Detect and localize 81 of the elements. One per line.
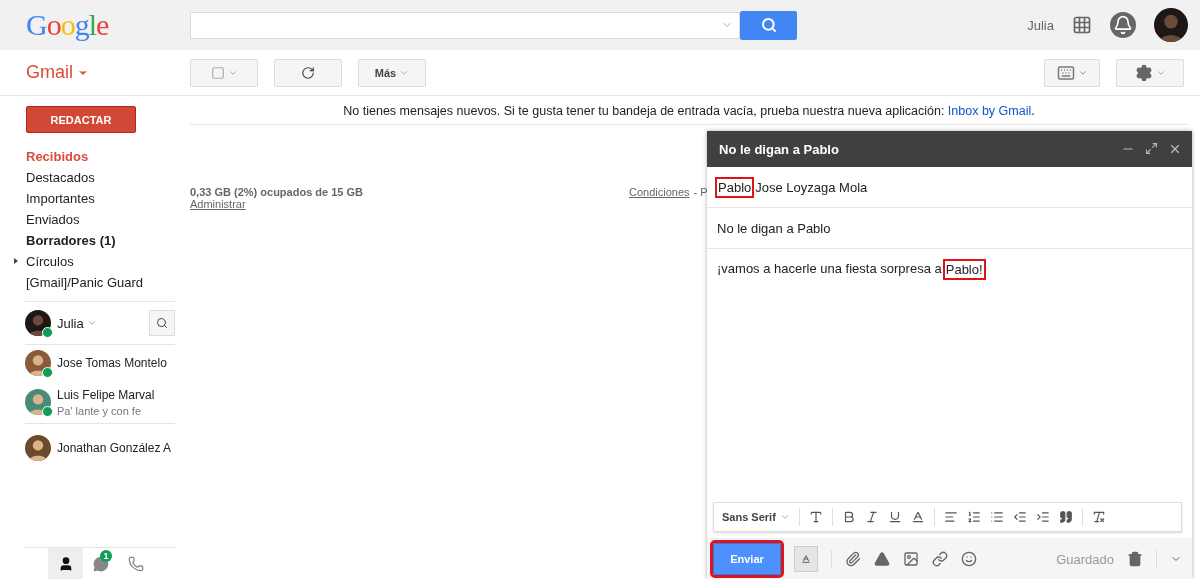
online-dot bbox=[42, 327, 53, 338]
caret-icon bbox=[779, 512, 790, 522]
underline-icon[interactable] bbox=[887, 510, 902, 524]
saved-status: Guardado bbox=[1056, 551, 1114, 567]
indent-less-icon[interactable] bbox=[1012, 510, 1027, 524]
online-dot bbox=[42, 406, 53, 417]
chat-contact[interactable]: Jonathan González A bbox=[25, 430, 175, 466]
avatar bbox=[25, 389, 51, 415]
manage-link[interactable]: Administrar bbox=[190, 198, 246, 210]
avatar bbox=[25, 350, 51, 376]
user-name[interactable]: Julia bbox=[1027, 17, 1054, 33]
select-checkbox-button[interactable] bbox=[190, 58, 258, 87]
folder-item[interactable]: Borradores (1) bbox=[0, 230, 175, 251]
bulleted-list-icon[interactable] bbox=[989, 510, 1004, 524]
trash-icon[interactable] bbox=[1127, 551, 1143, 567]
text-color-icon[interactable] bbox=[910, 510, 925, 524]
text-format-icon bbox=[801, 552, 811, 566]
chat-search-button[interactable] bbox=[149, 310, 175, 336]
avatar bbox=[25, 435, 51, 461]
apps-grid-icon[interactable] bbox=[1072, 15, 1092, 35]
search-icon bbox=[156, 316, 168, 330]
unread-count: 1 bbox=[100, 550, 112, 562]
italic-icon[interactable] bbox=[864, 510, 879, 524]
message-text: Pablo! bbox=[944, 261, 984, 278]
folder-item[interactable]: Círculos bbox=[0, 251, 175, 272]
settings-button[interactable] bbox=[1116, 58, 1184, 87]
contact-status: Pa' lante y con fe bbox=[57, 404, 143, 417]
recipient-name: Pablo bbox=[717, 178, 753, 196]
remove-formatting-icon[interactable] bbox=[1091, 510, 1106, 524]
footer-text: - P bbox=[693, 186, 708, 200]
contact-name: Jose Tomas Montelo bbox=[57, 356, 167, 370]
caret-icon bbox=[86, 318, 97, 328]
chat-contact[interactable]: Jose Tomas Montelo bbox=[25, 345, 175, 381]
avatar bbox=[25, 310, 51, 336]
close-icon[interactable] bbox=[1168, 142, 1182, 156]
expand-caret-icon[interactable] bbox=[14, 258, 18, 264]
link-icon[interactable] bbox=[932, 551, 948, 567]
chat-user-name[interactable]: Julia bbox=[57, 315, 97, 331]
chat-tab[interactable]: 1 bbox=[83, 548, 118, 579]
text-size-icon[interactable] bbox=[808, 510, 823, 524]
chat-contact[interactable]: Luis Felipe Marval Pa' lante y con fe bbox=[25, 381, 175, 424]
contact-name: Jonathan González A bbox=[57, 441, 172, 455]
search-button[interactable] bbox=[740, 10, 797, 40]
notice-text: No tienes mensajes nuevos. Si te gusta tener tu bandeja de entrada vacía, prueba nuestra nueva aplicación: Inbox by Gmail. bbox=[190, 96, 1188, 125]
folder-item[interactable]: Destacados bbox=[0, 167, 175, 188]
notifications-icon[interactable] bbox=[1110, 12, 1136, 38]
refresh-icon bbox=[301, 65, 315, 80]
contact-name: Luis Felipe Marval bbox=[57, 387, 155, 402]
expand-icon[interactable] bbox=[1145, 142, 1158, 155]
terms-link[interactable]: Condiciones bbox=[629, 186, 690, 210]
folder-item[interactable]: [Gmail]/Panic Guard bbox=[0, 272, 175, 293]
more-button[interactable]: Más bbox=[358, 58, 426, 87]
input-tools-button[interactable] bbox=[1044, 58, 1100, 87]
search-icon bbox=[760, 17, 777, 33]
recipient-name: Jose Loyzaga Mola bbox=[755, 179, 868, 195]
chat-tab[interactable] bbox=[48, 548, 83, 579]
quote-icon[interactable] bbox=[1058, 510, 1073, 524]
storage-usage: 0,33 GB (2%) ocupados de 15 GB bbox=[190, 186, 363, 198]
message-text: ¡vamos a hacerle una fiesta sorpresa a bbox=[717, 261, 942, 276]
folder-item[interactable]: Enviados bbox=[0, 209, 175, 230]
online-dot bbox=[42, 367, 53, 378]
avatar bbox=[1154, 8, 1188, 42]
folder-item[interactable]: Recibidos bbox=[0, 146, 175, 167]
phone-icon bbox=[127, 555, 144, 572]
folder-item[interactable]: Importantes bbox=[0, 188, 175, 209]
align-icon[interactable] bbox=[943, 510, 958, 524]
paperclip-icon[interactable] bbox=[845, 551, 861, 567]
app-menu[interactable]: Gmail bbox=[0, 61, 190, 84]
subject-field[interactable]: No le digan a Pablo bbox=[717, 220, 831, 236]
font-select[interactable]: Sans Serif bbox=[722, 511, 790, 523]
compose-button[interactable]: REDACTAR bbox=[26, 106, 136, 133]
numbered-list-icon[interactable] bbox=[966, 510, 981, 524]
checkbox-icon bbox=[210, 65, 225, 80]
keyboard-icon bbox=[1056, 63, 1075, 82]
emoji-icon[interactable] bbox=[961, 551, 977, 567]
settings-icon bbox=[1134, 63, 1153, 82]
window-title: No le digan a Pablo bbox=[719, 141, 839, 157]
search-field[interactable] bbox=[190, 11, 740, 39]
formatting-toggle-button[interactable] bbox=[794, 546, 818, 572]
image-icon[interactable] bbox=[903, 551, 919, 567]
indent-more-icon[interactable] bbox=[1035, 510, 1050, 524]
